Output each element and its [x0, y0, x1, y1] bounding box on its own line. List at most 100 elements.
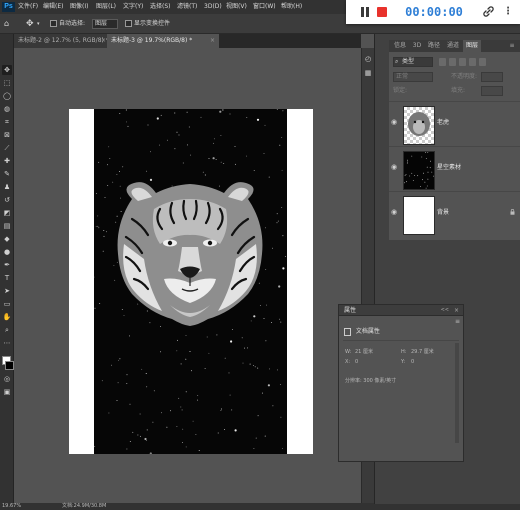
- eye-icon[interactable]: ◉: [391, 209, 398, 216]
- document-size-info: 文档:24.9M/30.8M: [62, 503, 107, 509]
- auto-select-checkbox[interactable]: [50, 20, 57, 27]
- history-icon[interactable]: ◴: [363, 54, 373, 64]
- eyedropper-tool-icon[interactable]: ⟋: [2, 143, 12, 153]
- tab-channels[interactable]: 通道: [444, 40, 462, 52]
- menu-filter[interactable]: 滤镜(T): [177, 0, 197, 14]
- stop-icon[interactable]: [377, 7, 387, 17]
- filter-adjustment-icon[interactable]: [449, 58, 456, 66]
- filter-shape-icon[interactable]: [469, 58, 476, 66]
- menu-select[interactable]: 选择(S): [150, 0, 171, 14]
- section-label: 文档属性: [355, 328, 380, 335]
- layer-filter-dropdown[interactable]: ⌕ 类型: [393, 57, 433, 67]
- marquee-tool-icon[interactable]: ⬚: [2, 78, 12, 88]
- close-icon[interactable]: ×: [454, 305, 459, 316]
- home-icon[interactable]: ⌂: [4, 14, 9, 34]
- eraser-tool-icon[interactable]: ◩: [2, 208, 12, 218]
- move-tool-icon[interactable]: ✥: [26, 14, 34, 34]
- menu-help[interactable]: 帮助(H): [281, 0, 302, 14]
- link-icon[interactable]: [482, 5, 495, 18]
- width-label: W:: [345, 349, 352, 355]
- layer-name[interactable]: 老虎: [437, 119, 449, 127]
- starry-sky-tiger-image: [94, 109, 287, 454]
- menu-window[interactable]: 窗口(W): [253, 0, 276, 14]
- panel-menu-icon[interactable]: ≡: [507, 40, 517, 52]
- y-label: Y:: [401, 359, 406, 365]
- menu-image[interactable]: 图像(I): [70, 0, 88, 14]
- height-value: 29.7 厘米: [411, 349, 434, 355]
- filter-type-icon[interactable]: [459, 58, 466, 66]
- hand-tool-icon[interactable]: ✋: [2, 312, 12, 322]
- menu-type[interactable]: 文字(Y): [123, 0, 143, 14]
- lasso-tool-icon[interactable]: ◯: [2, 91, 12, 101]
- document-tab-active[interactable]: 未标题-3 @ 19.7%(RGB/8) * ×: [107, 34, 219, 48]
- pause-icon[interactable]: [360, 6, 370, 18]
- collapse-icon[interactable]: <<: [441, 305, 449, 316]
- frame-tool-icon[interactable]: ⊠: [2, 130, 12, 140]
- layer-row[interactable]: ◉ 背景: [389, 191, 520, 236]
- more-icon[interactable]: ⋮: [503, 4, 513, 20]
- quick-select-tool-icon[interactable]: ◍: [2, 104, 12, 114]
- blend-mode-dropdown[interactable]: 正常: [393, 72, 433, 82]
- photoshop-logo: Ps: [2, 2, 15, 12]
- zoom-tool-icon[interactable]: ⌕: [2, 325, 12, 335]
- crop-tool-icon[interactable]: ⌗: [2, 117, 12, 127]
- scrollbar[interactable]: [455, 343, 459, 443]
- path-select-icon[interactable]: ➤: [2, 286, 12, 296]
- layer-name[interactable]: 星空素材: [437, 164, 461, 172]
- more-tools-icon[interactable]: ⋯: [2, 338, 12, 348]
- background-color-swatch[interactable]: [5, 361, 14, 370]
- tab-label: 未标题-2 @ 12.7% (5, RGB/8) *: [18, 37, 109, 44]
- type-tool-icon[interactable]: T: [2, 273, 12, 283]
- show-transform-checkbox[interactable]: [125, 20, 132, 27]
- tools-panel: ✥ ⬚ ◯ ◍ ⌗ ⊠ ⟋ ✚ ✎ ♟ ↺ ◩ ▤ ◆ ● ✒ T ➤ ▭ ✋ …: [0, 34, 14, 504]
- tab-info[interactable]: 信息: [391, 40, 409, 52]
- stamp-tool-icon[interactable]: ♟: [2, 182, 12, 192]
- document-canvas[interactable]: [69, 109, 313, 454]
- menu-layer[interactable]: 图层(L): [96, 0, 116, 14]
- screen-mode-icon[interactable]: ▣: [2, 387, 12, 397]
- opacity-field[interactable]: [481, 72, 503, 82]
- panel-menu-icon[interactable]: ≡: [455, 318, 460, 326]
- eye-icon[interactable]: ◉: [391, 119, 398, 126]
- close-icon[interactable]: ×: [101, 34, 106, 48]
- properties-header[interactable]: 属性 << ×: [339, 305, 463, 316]
- dodge-tool-icon[interactable]: ●: [2, 247, 12, 257]
- healing-brush-icon[interactable]: ✚: [2, 156, 12, 166]
- layers-panel: 信息 3D 路径 通道 图层 ≡ ⌕ 类型 正常 不透明度: 锁定: 填充: ◉…: [389, 40, 520, 240]
- layer-name[interactable]: 背景: [437, 209, 449, 217]
- recording-timer: 00:00:00: [405, 5, 463, 19]
- history-brush-icon[interactable]: ↺: [2, 195, 12, 205]
- layer-thumbnail: [403, 151, 435, 190]
- brush-tool-icon[interactable]: ✎: [2, 169, 12, 179]
- document-tab[interactable]: 未标题-2 @ 12.7% (5, RGB/8) * ×: [14, 34, 110, 48]
- menu-file[interactable]: 文件(F): [18, 0, 38, 14]
- rectangle-tool-icon[interactable]: ▭: [2, 299, 12, 309]
- quick-mask-icon[interactable]: ◎: [2, 374, 12, 384]
- fill-field[interactable]: [481, 86, 503, 96]
- document-properties-heading: 文档属性: [344, 327, 380, 337]
- chevron-down-icon[interactable]: ▾: [37, 14, 40, 34]
- filter-smart-object-icon[interactable]: [479, 58, 486, 66]
- zoom-level[interactable]: 19.67%: [2, 503, 21, 510]
- tab-3d[interactable]: 3D: [410, 40, 424, 52]
- tab-layers[interactable]: 图层: [463, 40, 481, 52]
- resolution-text: 分辨率: 300 像素/英寸: [345, 378, 397, 384]
- pen-tool-icon[interactable]: ✒: [2, 260, 12, 270]
- filter-pixel-icon[interactable]: [439, 58, 446, 66]
- eye-icon[interactable]: ◉: [391, 164, 398, 171]
- menu-3d[interactable]: 3D(D): [204, 0, 222, 14]
- menu-edit[interactable]: 编辑(E): [43, 0, 63, 14]
- gradient-tool-icon[interactable]: ▤: [2, 221, 12, 231]
- auto-select-dropdown[interactable]: 图层: [92, 19, 118, 29]
- blur-tool-icon[interactable]: ◆: [2, 234, 12, 244]
- layer-row[interactable]: ◉ 星空素材: [389, 146, 520, 191]
- properties-title: 属性: [344, 307, 357, 314]
- height-label: H:: [401, 349, 407, 355]
- tab-paths[interactable]: 路径: [425, 40, 443, 52]
- close-icon[interactable]: ×: [210, 34, 215, 48]
- properties-icon[interactable]: ▦: [363, 68, 373, 78]
- panel-tab-bar: 信息 3D 路径 通道 图层 ≡: [389, 40, 520, 52]
- move-tool-icon[interactable]: ✥: [2, 65, 12, 75]
- layer-row[interactable]: ◉ 老虎: [389, 101, 520, 146]
- menu-view[interactable]: 视图(V): [226, 0, 247, 14]
